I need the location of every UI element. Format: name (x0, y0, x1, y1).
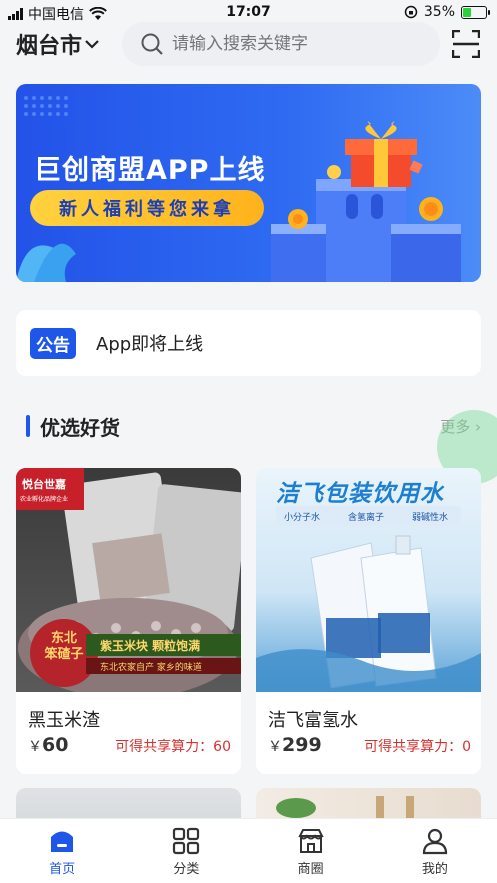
tab-category-label: 分类 (173, 862, 200, 877)
section-title: 优选好货 (40, 416, 120, 440)
orientation-lock-icon (404, 5, 418, 19)
promo-banner[interactable]: 巨创商盟APP上线 新人福利等您来拿 (16, 84, 481, 282)
currency-symbol: ￥ (28, 739, 42, 755)
currency-symbol: ￥ (268, 739, 282, 755)
store-icon (298, 829, 324, 853)
tab-mine-label: 我的 (421, 862, 448, 877)
water-tag-3: 弱碱性水 (412, 513, 449, 523)
top-header: 烟台市 (0, 22, 497, 68)
home-icon (51, 831, 74, 852)
share-value: 60 (213, 739, 231, 755)
product-image: 悦台世嘉 农业孵化品牌企业 东北 笨碴子 紫玉米块 颗粒饱满 东北农家自产 家乡… (16, 468, 241, 692)
search-input[interactable] (172, 34, 412, 54)
price-value: 60 (42, 734, 69, 756)
tab-mine[interactable]: 我的 (373, 819, 497, 883)
city-selector[interactable]: 烟台市 (16, 28, 100, 60)
product-name: 黑玉米渣 (28, 710, 100, 731)
brand-sub-label: 农业孵化品牌企业 (20, 496, 69, 503)
chevron-down-icon (85, 40, 99, 49)
water-tag-1: 小分子水 (284, 513, 321, 523)
city-label: 烟台市 (16, 34, 83, 59)
search-icon (141, 33, 163, 55)
user-icon (422, 828, 447, 855)
water-headline: 洁飞包装饮用水 (276, 481, 444, 507)
slogan-1: 紫玉米块 颗粒饱满 (100, 639, 201, 653)
featured-section-header: 优选好货 更多 › (16, 410, 481, 442)
tab-business-label: 商圈 (297, 862, 324, 877)
tab-category[interactable]: 分类 (124, 819, 248, 883)
share-power: 可得共享算力：0 (364, 736, 471, 756)
product-card[interactable]: 洁飞包装饮用水 小分子水 含氢离子 弱碱性水 洁飞富氢水 ￥299 可得共享算力… (256, 468, 481, 774)
brand-label: 悦台世嘉 (22, 478, 66, 491)
scan-icon[interactable] (452, 30, 480, 58)
water-tag-2: 含氢离子 (348, 513, 385, 523)
announcement-bar[interactable]: 公告 App即将上线 (16, 310, 481, 376)
share-label: 可得共享算力： (364, 739, 463, 755)
tab-business-circle[interactable]: 商圈 (249, 819, 373, 883)
grid-icon (173, 827, 200, 855)
battery-icon (461, 5, 490, 19)
share-label: 可得共享算力： (115, 739, 214, 755)
battery-percent: 35% (423, 4, 455, 20)
announcement-tag: 公告 (30, 327, 76, 359)
product-price: ￥299 (268, 734, 322, 756)
tab-home-label: 首页 (49, 862, 76, 877)
section-accent-bar (26, 415, 30, 437)
tab-home[interactable]: 首页 (0, 819, 124, 883)
product-name: 洁飞富氢水 (268, 710, 358, 731)
banner-title: 巨创商盟APP上线 (34, 155, 266, 186)
announcement-text: App即将上线 (96, 334, 204, 355)
slogan-2: 东北农家自产 家乡的味道 (100, 663, 202, 673)
product-price: ￥60 (28, 734, 68, 756)
share-value: 0 (462, 739, 471, 755)
price-value: 299 (282, 734, 322, 756)
product-card[interactable]: 悦台世嘉 农业孵化品牌企业 东北 笨碴子 紫玉米块 颗粒饱满 东北农家自产 家乡… (16, 468, 241, 774)
bottom-tab-bar: 首页 分类 商圈 我的 (0, 818, 497, 883)
banner-subtitle: 新人福利等您来拿 (30, 190, 264, 226)
search-bar[interactable] (122, 22, 440, 66)
badge-label: 东北 笨碴子 (44, 631, 84, 662)
share-power: 可得共享算力：60 (115, 736, 231, 756)
product-image: 洁飞包装饮用水 小分子水 含氢离子 弱碱性水 (256, 468, 481, 692)
